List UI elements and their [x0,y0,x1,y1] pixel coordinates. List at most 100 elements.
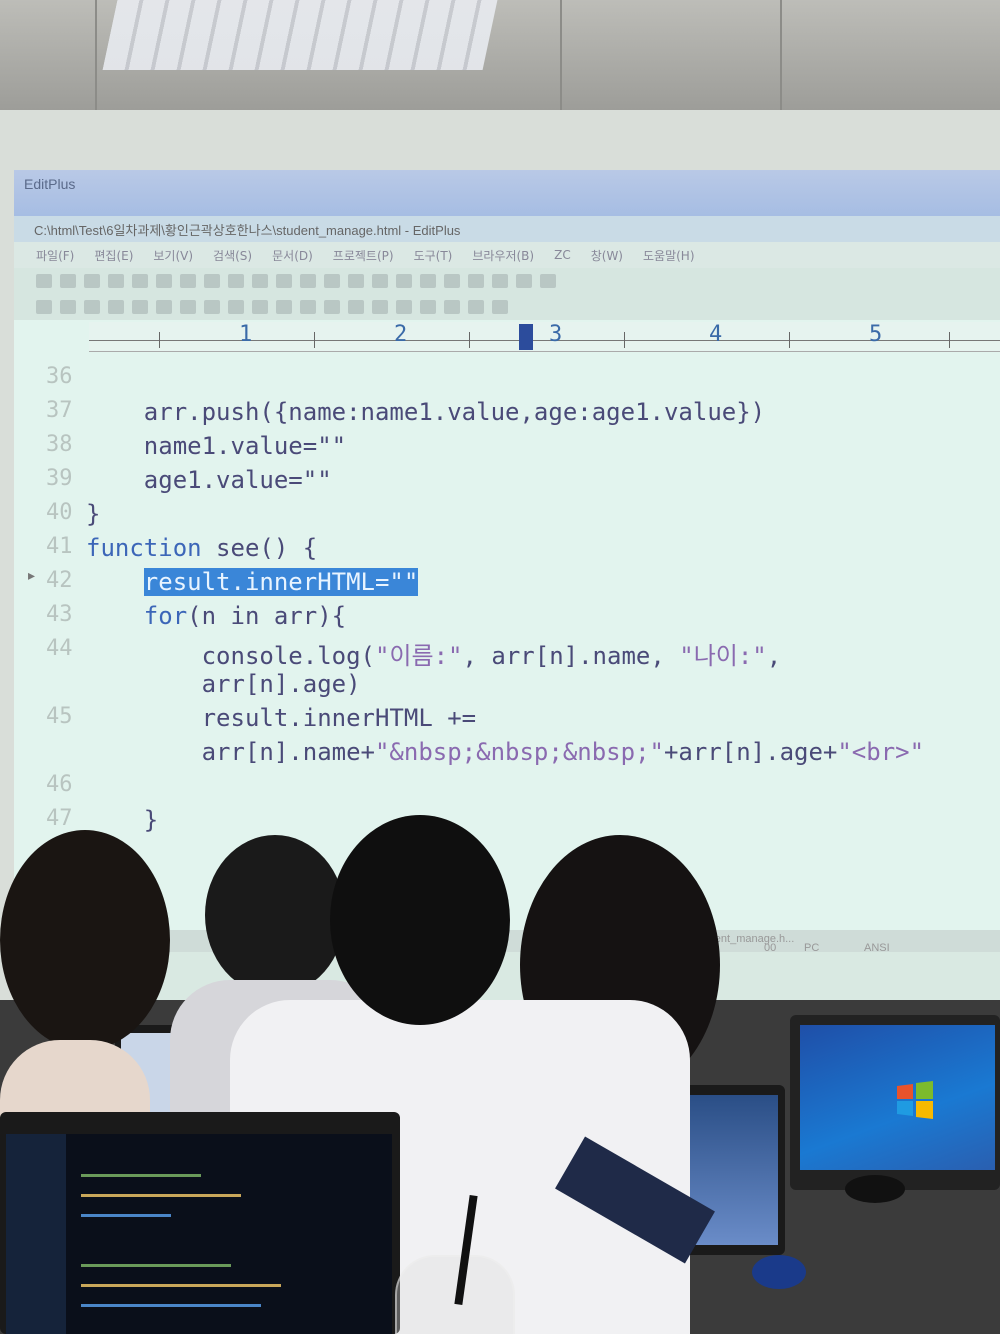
student-middle-left-head [205,835,345,995]
hr-icon[interactable] [324,300,340,314]
code-line: for(n in arr){ [86,602,346,630]
menu-item-tools[interactable]: 도구(T) [414,247,453,264]
delete-icon[interactable] [228,274,244,288]
ceiling-tile-seam [560,0,562,110]
redo-icon[interactable] [276,274,292,288]
ruler-line [89,340,1000,341]
comment-icon[interactable] [348,300,364,314]
code-line: } [86,500,101,528]
menu-item-project[interactable]: 프로젝트(P) [333,247,394,264]
font-color-icon[interactable] [132,300,148,314]
window-icon[interactable] [492,274,508,288]
line-number: 39 [46,466,73,491]
char-icon[interactable] [468,300,484,314]
ruler-number: 3 [549,322,563,347]
code-line: name1.value="" [86,432,347,460]
line-number: 42 [46,568,73,593]
open-file-icon[interactable] [60,274,76,288]
file-path: C:\html\Test\6일차과제\황인근곽상호한나스\student_man… [34,223,461,238]
laptop-front-screen [6,1134,392,1334]
laptop-sidebar [6,1134,66,1334]
script-icon[interactable] [420,300,436,314]
code-text: +arr[n].age+ [663,738,838,766]
ceiling [0,0,1000,120]
browser-icon[interactable] [36,300,52,314]
code-editor[interactable]: arr.push({name:name1.value,age:age1.valu… [86,354,1000,854]
color-icon[interactable] [444,300,460,314]
link-icon[interactable] [180,300,196,314]
student-center-head [330,815,510,1025]
replace-icon[interactable] [324,274,340,288]
line-number-gutter: 36 37 38 39 40 41 ▸ 42 43 44 45 46 47 [14,354,86,854]
preview-browser-icon[interactable] [492,300,508,314]
menu-bar: 파일(F) 편집(E) 보기(V) 검색(S) 문서(D) 프로젝트(P) 도구… [14,242,1000,268]
code-text: arr[n].name+ [86,738,375,766]
menu-item-zc[interactable]: ZC [554,248,571,262]
ruler-tick [789,332,790,348]
undo-icon[interactable] [252,274,268,288]
list-icon[interactable] [396,300,412,314]
check-icon[interactable] [468,274,484,288]
menu-item-browser[interactable]: 브라우저(B) [472,247,534,264]
code-line-glyph [81,1304,261,1307]
keyword: for [143,602,188,630]
code-line: arr[n].age) [86,670,361,698]
ruler-number: 2 [394,322,408,347]
menu-item-view[interactable]: 보기(V) [153,247,193,264]
menu-item-window[interactable]: 창(W) [591,247,623,264]
anchor-icon[interactable] [300,300,316,314]
form-icon[interactable] [372,300,388,314]
underline-icon[interactable] [108,300,124,314]
italic-icon[interactable] [84,300,100,314]
code-text: , arr[n].name, [462,642,680,670]
save-icon[interactable] [84,274,100,288]
menu-item-file[interactable]: 파일(F) [36,247,74,264]
bookmark-icon[interactable] [372,274,388,288]
goto-icon[interactable] [348,274,364,288]
ruler-tick [624,332,625,348]
menu-item-edit[interactable]: 편집(E) [94,247,133,264]
cut-icon[interactable] [156,274,172,288]
ceiling-light [102,0,498,70]
menu-item-search[interactable]: 검색(S) [213,247,252,264]
line-number: 40 [46,500,73,525]
line-number: 44 [46,636,73,661]
keyword: function [86,534,202,562]
preview-icon[interactable] [132,274,148,288]
window-tile-icon[interactable] [516,274,532,288]
ruler-tick [314,332,315,348]
bold-icon[interactable] [60,300,76,314]
menu-item-help[interactable]: 도움말(H) [643,247,695,264]
font-icon[interactable] [396,274,412,288]
string-literal: "<br>" [837,738,925,766]
code-text: see() { [201,534,318,562]
code-line-glyph [81,1174,201,1177]
table-icon[interactable] [276,300,292,314]
column-ruler: 1 2 3 4 5 [89,322,1000,352]
window-title: EditPlus [24,176,76,192]
image-icon[interactable] [204,300,220,314]
break-icon[interactable] [252,300,268,314]
code-line: } [86,806,159,834]
ruler-tick [469,332,470,348]
copy-icon[interactable] [180,274,196,288]
menu-item-document[interactable]: 문서(D) [272,247,313,264]
help-icon[interactable] [540,274,556,288]
view-icon[interactable] [444,274,460,288]
line-number: 36 [46,364,73,389]
line-number: 41 [46,534,73,559]
code-line: function see() { [86,534,317,562]
new-file-icon[interactable] [36,274,52,288]
find-icon[interactable] [300,274,316,288]
code-line: console.log("이름:", arr[n].name, "나이:", [86,636,782,671]
wordwrap-icon[interactable] [420,274,436,288]
code-line: age1.value="" [86,466,332,494]
line-number: 46 [46,772,73,797]
paste-icon[interactable] [204,274,220,288]
paragraph-icon[interactable] [228,300,244,314]
print-icon[interactable] [108,274,124,288]
code-line: result.innerHTML="" [86,568,419,596]
center-icon[interactable] [156,300,172,314]
